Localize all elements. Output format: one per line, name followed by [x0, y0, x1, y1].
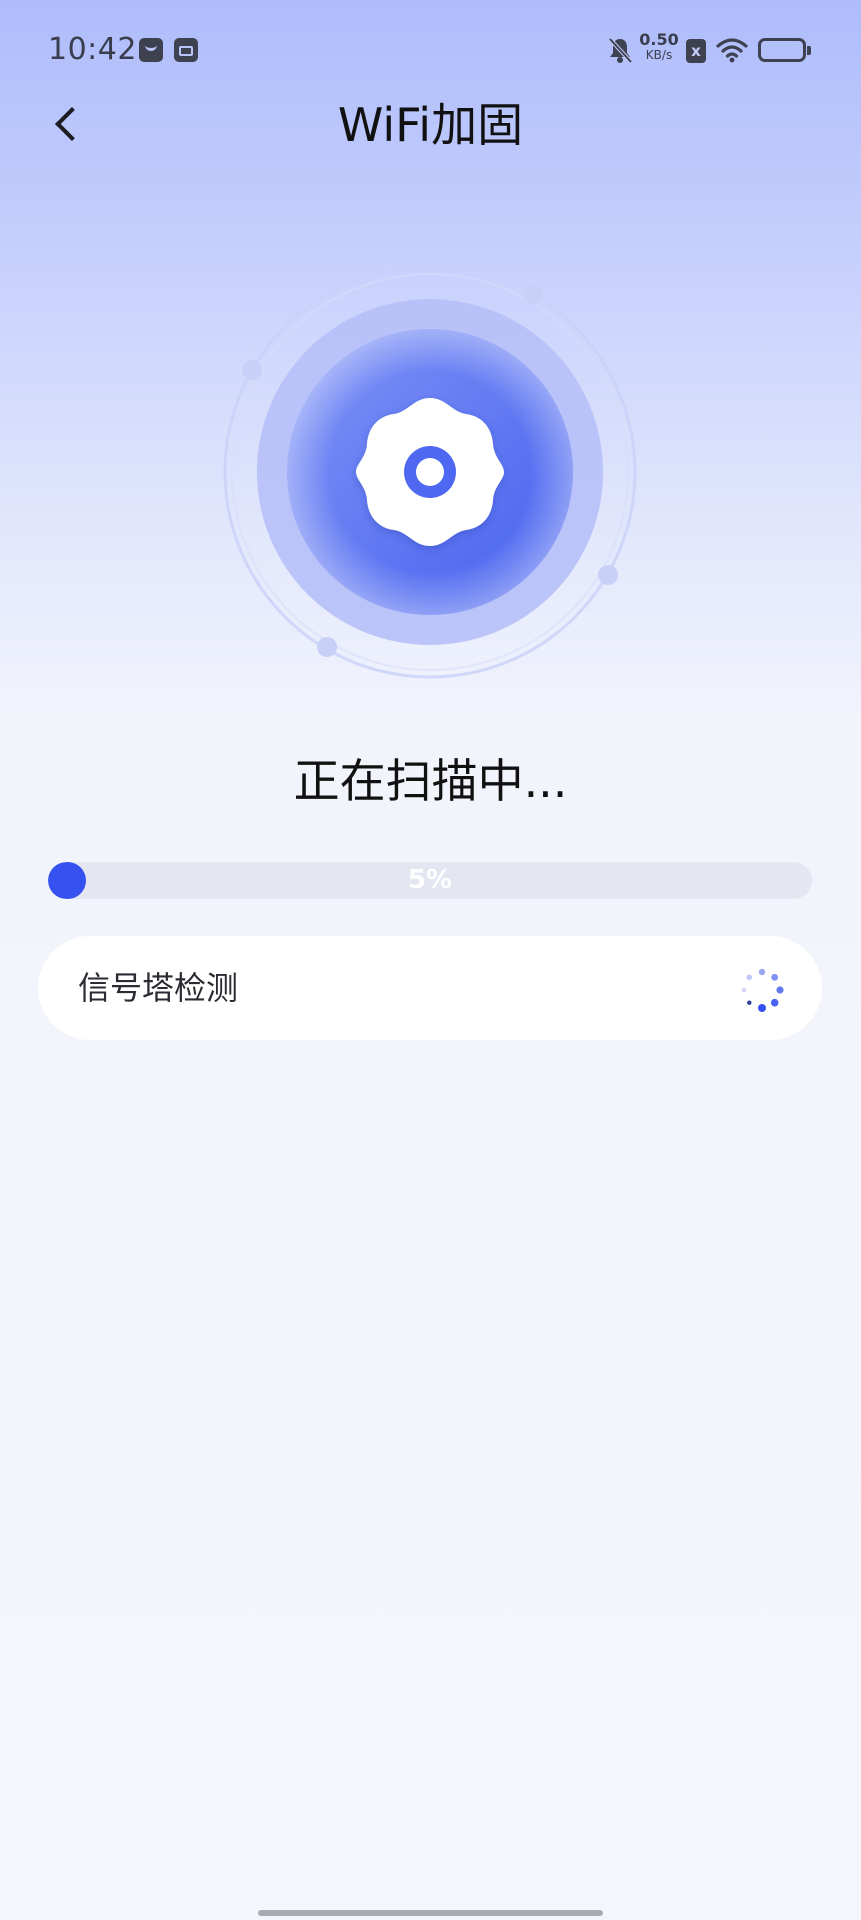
loading-spinner-icon — [741, 968, 784, 1012]
wifi-icon — [716, 38, 748, 63]
sim-icon: x — [686, 39, 706, 63]
orbit-dot — [317, 637, 337, 657]
progress-bar: 5% — [48, 862, 812, 899]
network-speed-unit: KB/s — [645, 48, 673, 62]
status-bar: 10:42 0.50 KB/s x — [0, 0, 861, 100]
progress-percent: 5% — [407, 865, 453, 895]
status-time: 10:42 — [48, 32, 137, 67]
battery-icon — [758, 38, 811, 62]
check-item-signal-tower: 信号塔检测 — [38, 936, 822, 1040]
scan-status-text: 正在扫描中... — [293, 754, 568, 808]
home-indicator[interactable] — [258, 1910, 603, 1916]
app-notification-icon — [139, 38, 163, 62]
app-notification-icon — [174, 38, 198, 62]
mute-bell-icon — [608, 37, 633, 64]
page-title: WiFi加固 — [337, 98, 524, 152]
scanner-graphic — [0, 250, 861, 690]
check-item-label: 信号塔检测 — [78, 969, 239, 1007]
orbit-dot — [598, 565, 618, 585]
orbit-dot — [523, 284, 543, 304]
orbit-dot — [242, 360, 262, 380]
network-speed: 0.50 KB/s — [638, 30, 680, 62]
network-speed-value: 0.50 — [639, 30, 679, 49]
